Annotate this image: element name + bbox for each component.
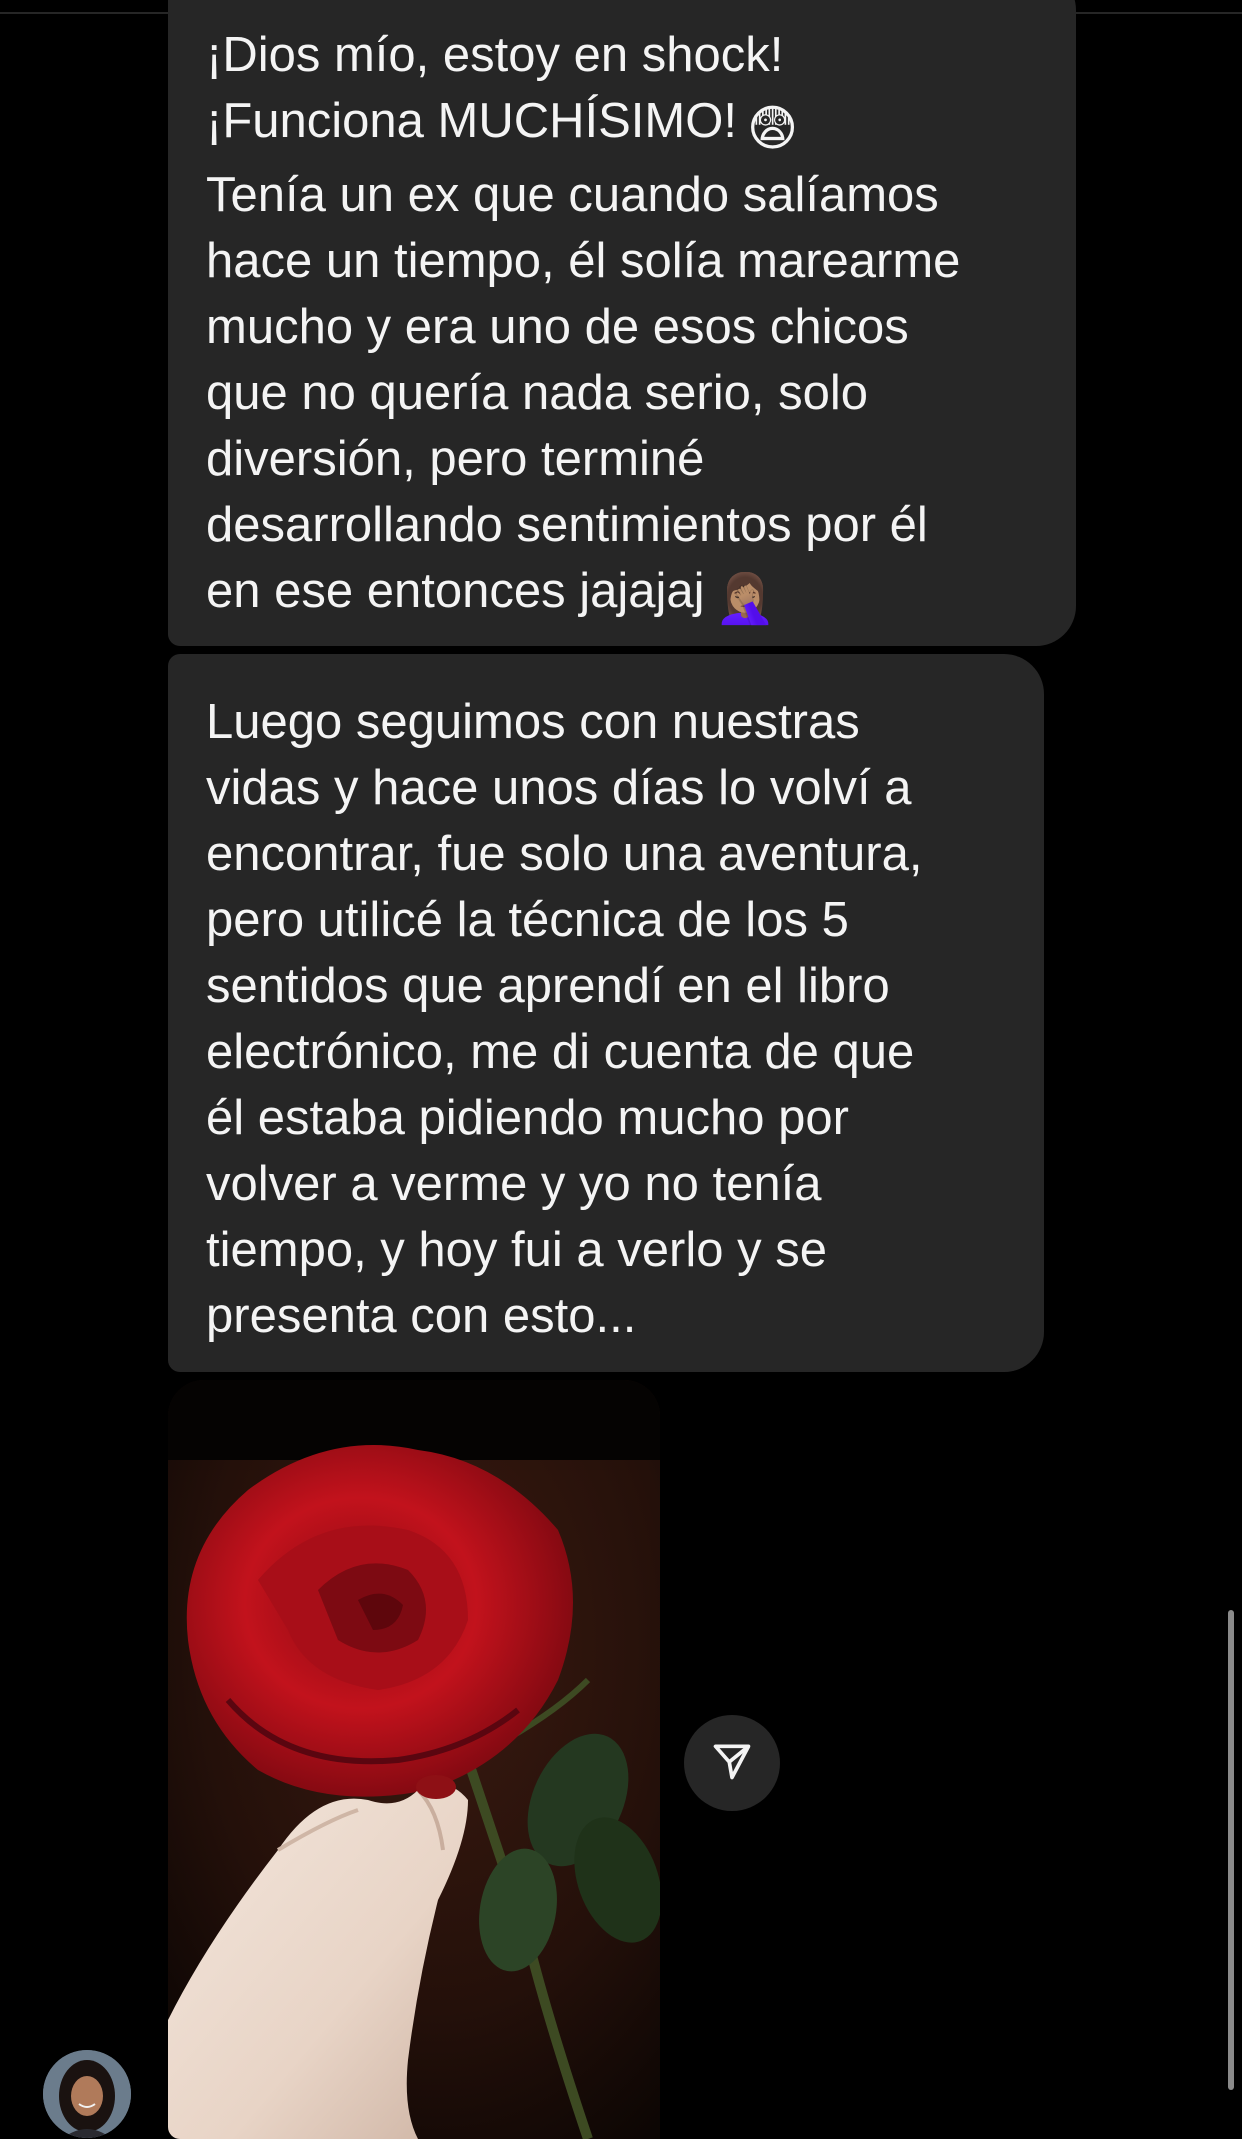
message-text: Tenía un ex que cuando salíamos hace un … xyxy=(206,168,961,618)
avatar[interactable] xyxy=(43,2050,131,2138)
facepalm-emoji: 🤦🏽‍♀️ xyxy=(714,572,776,626)
paper-plane-icon xyxy=(710,1739,754,1788)
avatar-image xyxy=(43,2050,131,2138)
message-bubble[interactable]: ¡Dios mío, estoy en shock! ¡Funciona MUC… xyxy=(168,0,1076,646)
scrollbar[interactable] xyxy=(1228,1610,1234,2090)
photo-message-rose[interactable] xyxy=(168,1380,660,2139)
message-bubble[interactable]: Luego seguimos con nuestras vidas y hace… xyxy=(168,654,1044,1372)
message-text: Luego seguimos con nuestras vidas y hace… xyxy=(206,695,923,1343)
message-text: ¡Dios mío, estoy en shock! ¡Funciona MUC… xyxy=(206,28,784,148)
share-button[interactable] xyxy=(684,1715,780,1811)
rose-image xyxy=(168,1380,660,2139)
fearful-face-emoji: 😨 xyxy=(746,102,799,156)
